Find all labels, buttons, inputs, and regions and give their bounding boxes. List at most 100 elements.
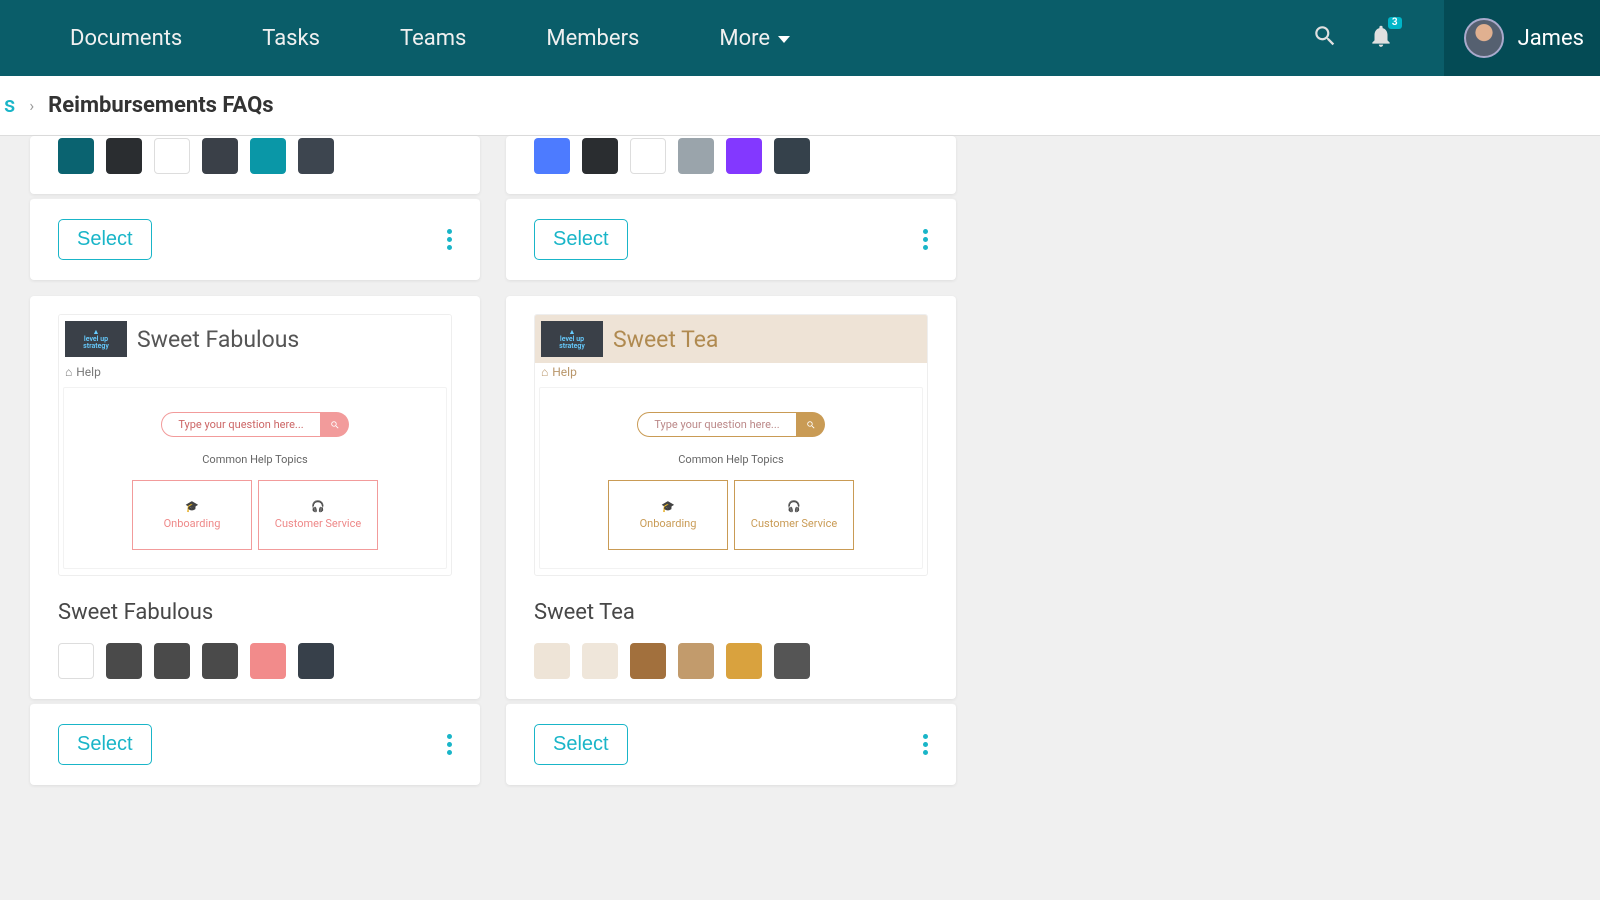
preview-logo	[65, 321, 127, 357]
preview-common-label: Common Help Topics	[550, 453, 912, 466]
swatch-row	[58, 643, 452, 679]
kebab-menu-icon[interactable]	[447, 229, 452, 250]
theme-card-footer: Select	[30, 198, 480, 280]
color-swatch[interactable]	[726, 138, 762, 174]
theme-card-footer: Select	[506, 703, 956, 785]
avatar	[1464, 18, 1504, 58]
nav-members[interactable]: Members	[506, 26, 679, 51]
preview-body: Type your question here... Common Help T…	[63, 387, 447, 569]
swatch-row	[534, 643, 928, 679]
color-swatch[interactable]	[298, 138, 334, 174]
home-icon: ⌂	[65, 365, 72, 379]
preview-body: Type your question here... Common Help T…	[539, 387, 923, 569]
topic-label: Onboarding	[164, 517, 221, 530]
kebab-menu-icon[interactable]	[923, 734, 928, 755]
theme-card: Sweet Fabulous ⌂ Help Type your question…	[30, 296, 480, 699]
kebab-menu-icon[interactable]	[923, 229, 928, 250]
color-swatch[interactable]	[250, 643, 286, 679]
nav-more-label: More	[719, 26, 770, 51]
theme-card: Sweet Tea ⌂ Help Type your question here…	[506, 296, 956, 699]
theme-name: Sweet Fabulous	[58, 600, 452, 625]
app-header: Documents Tasks Teams Members More 3 Jam…	[0, 0, 1600, 76]
headset-icon: 🎧	[311, 500, 325, 513]
color-swatch[interactable]	[250, 138, 286, 174]
color-swatch[interactable]	[106, 138, 142, 174]
preview-topics: 🎓 Onboarding 🎧 Customer Service	[74, 480, 436, 550]
preview-title: Sweet Fabulous	[137, 326, 299, 353]
preview-topic-customer-service: 🎧 Customer Service	[734, 480, 854, 550]
select-button[interactable]: Select	[58, 219, 152, 260]
preview-search-input: Type your question here...	[161, 412, 321, 437]
theme-card-footer: Select	[30, 703, 480, 785]
color-swatch[interactable]	[774, 643, 810, 679]
preview-search: Type your question here...	[74, 412, 436, 437]
select-button[interactable]: Select	[58, 724, 152, 765]
color-swatch[interactable]	[582, 643, 618, 679]
swatch-row	[534, 138, 928, 174]
preview-logo	[541, 321, 603, 357]
notification-badge: 3	[1388, 17, 1402, 29]
preview-search-input: Type your question here...	[637, 412, 797, 437]
color-swatch[interactable]	[106, 643, 142, 679]
kebab-menu-icon[interactable]	[447, 734, 452, 755]
home-icon: ⌂	[541, 365, 548, 379]
theme-card	[30, 136, 480, 194]
preview-home-label: Help	[552, 365, 577, 379]
graduation-icon: 🎓	[661, 500, 675, 513]
chevron-down-icon	[778, 36, 790, 43]
color-swatch[interactable]	[582, 138, 618, 174]
header-right: 3 James	[1312, 0, 1600, 76]
breadcrumb: s › Reimbursements FAQs	[0, 76, 1600, 136]
select-button[interactable]: Select	[534, 219, 628, 260]
breadcrumb-current: Reimbursements FAQs	[48, 93, 273, 118]
search-icon[interactable]	[1312, 23, 1338, 53]
color-swatch[interactable]	[202, 643, 238, 679]
color-swatch[interactable]	[154, 643, 190, 679]
preview-home-link: ⌂ Help	[59, 363, 451, 387]
breadcrumb-separator-icon: ›	[29, 96, 34, 115]
primary-nav: Documents Tasks Teams Members More	[0, 26, 830, 51]
color-swatch[interactable]	[202, 138, 238, 174]
headset-icon: 🎧	[787, 500, 801, 513]
color-swatch[interactable]	[154, 138, 190, 174]
user-menu[interactable]: James	[1444, 0, 1600, 76]
notifications-button[interactable]: 3	[1368, 23, 1394, 53]
color-swatch[interactable]	[58, 643, 94, 679]
preview-search: Type your question here...	[550, 412, 912, 437]
breadcrumb-prev[interactable]: s	[4, 93, 15, 118]
nav-documents[interactable]: Documents	[30, 26, 222, 51]
bell-icon	[1368, 34, 1394, 53]
color-swatch[interactable]	[678, 643, 714, 679]
username-label: James	[1518, 26, 1584, 51]
theme-name: Sweet Tea	[534, 600, 928, 625]
swatch-row	[58, 138, 452, 174]
preview-home-label: Help	[76, 365, 101, 379]
color-swatch[interactable]	[726, 643, 762, 679]
color-swatch[interactable]	[534, 138, 570, 174]
color-swatch[interactable]	[298, 643, 334, 679]
theme-card-footer: Select	[506, 198, 956, 280]
preview-search-button-icon	[797, 412, 825, 437]
theme-preview: Sweet Tea ⌂ Help Type your question here…	[534, 314, 928, 576]
topic-label: Onboarding	[640, 517, 697, 530]
preview-topics: 🎓 Onboarding 🎧 Customer Service	[550, 480, 912, 550]
color-swatch[interactable]	[774, 138, 810, 174]
nav-tasks[interactable]: Tasks	[222, 26, 360, 51]
color-swatch[interactable]	[58, 138, 94, 174]
preview-title: Sweet Tea	[613, 326, 718, 353]
theme-card	[506, 136, 956, 194]
color-swatch[interactable]	[678, 138, 714, 174]
topic-label: Customer Service	[751, 517, 837, 530]
preview-topic-onboarding: 🎓 Onboarding	[608, 480, 728, 550]
content: Select Sweet Fabulous ⌂ Help Type your q…	[0, 136, 1600, 785]
preview-home-link: ⌂ Help	[535, 363, 927, 387]
nav-more[interactable]: More	[679, 26, 830, 51]
color-swatch[interactable]	[534, 643, 570, 679]
preview-common-label: Common Help Topics	[74, 453, 436, 466]
nav-teams[interactable]: Teams	[360, 26, 506, 51]
color-swatch[interactable]	[630, 138, 666, 174]
topic-label: Customer Service	[275, 517, 361, 530]
color-swatch[interactable]	[630, 643, 666, 679]
select-button[interactable]: Select	[534, 724, 628, 765]
preview-topic-customer-service: 🎧 Customer Service	[258, 480, 378, 550]
